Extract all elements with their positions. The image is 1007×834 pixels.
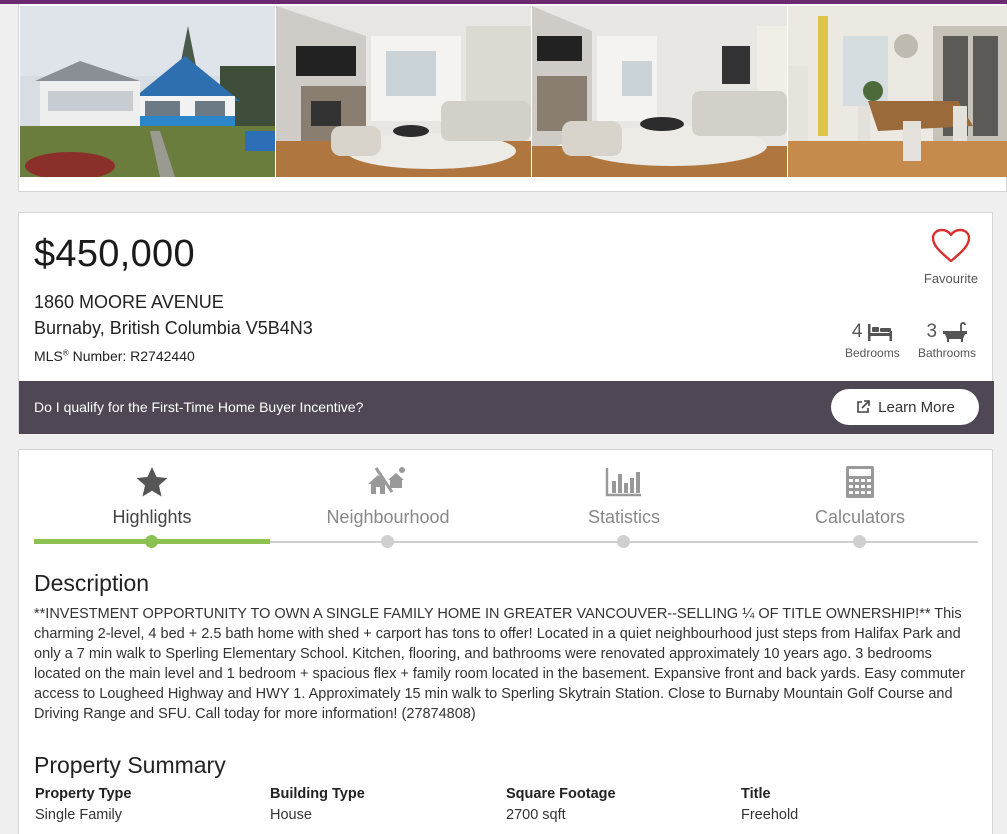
summary-building-type: Building Type House: [270, 786, 365, 823]
summary-title: Title Freehold: [741, 786, 798, 823]
summary-value: Single Family: [35, 807, 123, 823]
property-summary-heading: Property Summary: [34, 752, 226, 778]
bathtub-icon: [942, 322, 967, 342]
tab-neighbourhood[interactable]: Neighbourhood: [270, 462, 506, 528]
mls-number-text: Number: R2742440: [68, 348, 195, 364]
photo-exterior[interactable]: [20, 6, 275, 177]
favourite-label: Favourite: [923, 271, 979, 286]
bedrooms-label: Bedrooms: [845, 346, 900, 360]
photo-dining-room[interactable]: [788, 6, 1007, 177]
mls-prefix: MLS: [34, 348, 63, 364]
fthb-incentive-banner: Do I qualify for the First-Time Home Buy…: [19, 381, 994, 434]
bathrooms-label: Bathrooms: [918, 346, 977, 360]
tab-statistics-label: Statistics: [587, 507, 661, 527]
heart-icon[interactable]: [931, 228, 971, 264]
bedrooms-feature: 4 Bedrooms: [845, 321, 900, 360]
listing-card: $450,000 1860 MOORE AVENUE Burnaby, Brit…: [18, 212, 994, 434]
tab-statistics[interactable]: Statistics: [506, 462, 742, 528]
details-panel: Highlights Neighbourhood Statistics Calc…: [18, 449, 993, 834]
neighbourhood-icon: [368, 467, 405, 494]
summary-value: 2700 sqft: [506, 807, 566, 823]
tab-dot-neighbourhood[interactable]: [381, 535, 394, 548]
tab-calculators[interactable]: Calculators: [742, 462, 978, 528]
summary-label: Title: [741, 786, 771, 802]
tab-highlights[interactable]: Highlights: [34, 462, 270, 528]
summary-label: Property Type: [35, 786, 132, 802]
mls-number: MLS® Number: R2742440: [34, 348, 195, 364]
summary-square-footage: Square Footage 2700 sqft: [506, 786, 616, 823]
bedrooms-count: 4: [851, 321, 863, 342]
learn-more-button[interactable]: Learn More: [831, 389, 979, 425]
summary-value: Freehold: [741, 807, 799, 823]
star-icon: [136, 467, 168, 497]
favourite-button[interactable]: Favourite: [921, 228, 981, 286]
tab-dot-highlights[interactable]: [145, 535, 158, 548]
tab-dot-statistics[interactable]: [617, 535, 630, 548]
address-city: Burnaby, British Columbia V5B4N3: [34, 318, 313, 338]
tab-calculators-label: Calculators: [814, 507, 906, 527]
summary-value: House: [270, 807, 312, 823]
bathrooms-count: 3: [926, 321, 938, 342]
description-text: **INVESTMENT OPPORTUNITY TO OWN A SINGLE…: [34, 606, 965, 722]
description-heading: Description: [34, 570, 150, 596]
bar-chart-icon: [605, 468, 641, 497]
summary-label: Square Footage: [506, 786, 616, 802]
photo-gallery[interactable]: [18, 4, 1007, 192]
address-street: 1860 MOORE AVENUE: [34, 292, 224, 312]
learn-more-label: Learn More: [878, 398, 955, 416]
bathrooms-feature: 3 Bathrooms: [918, 321, 976, 360]
bed-icon: [867, 324, 892, 341]
listing-price: $450,000: [34, 233, 195, 275]
photo-living-room[interactable]: [276, 6, 531, 177]
summary-label: Building Type: [270, 786, 365, 802]
photo-living-room-2[interactable]: [532, 6, 787, 177]
banner-text: Do I qualify for the First-Time Home Buy…: [34, 399, 364, 415]
calculator-icon: [846, 466, 874, 498]
tab-highlights-label: Highlights: [112, 507, 192, 527]
tab-neighbourhood-label: Neighbourhood: [326, 507, 450, 527]
tab-dot-calculators[interactable]: [853, 535, 866, 548]
external-link-icon: [857, 400, 870, 413]
summary-property-type: Property Type Single Family: [35, 786, 131, 823]
